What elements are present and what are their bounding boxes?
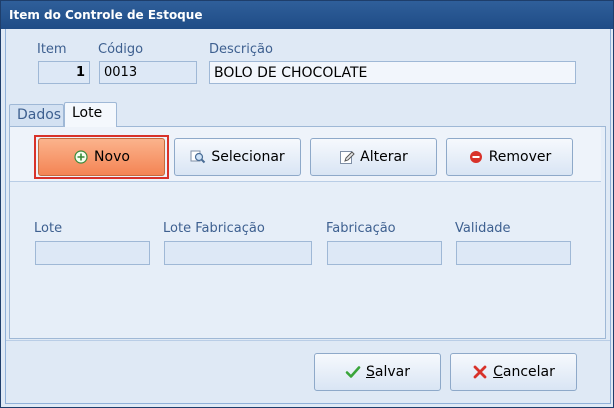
lote-field[interactable] (35, 241, 150, 265)
alterar-label: Alterar (360, 149, 408, 165)
footer-separator (6, 340, 610, 341)
validade-field[interactable] (456, 241, 571, 265)
lote-toolbar: Novo Selecionar Alterar Remover (10, 127, 601, 182)
minus-circle-icon (468, 149, 484, 165)
novo-label: Novo (94, 149, 130, 165)
selecionar-label: Selecionar (211, 149, 285, 165)
remover-button[interactable]: Remover (446, 138, 573, 176)
codigo-label: Código (98, 42, 144, 57)
codigo-field[interactable]: 0013 (99, 61, 197, 84)
salvar-label: Salvar (366, 364, 410, 380)
lote-panel: Novo Selecionar Alterar Remover Lote Lot… (9, 126, 606, 339)
check-icon (345, 364, 361, 380)
item-field[interactable]: 1 (38, 61, 90, 84)
tab-lote[interactable]: Lote (64, 102, 117, 127)
edit-pencil-icon (339, 149, 355, 165)
salvar-button[interactable]: Salvar (314, 353, 441, 391)
validade-label: Validade (455, 221, 511, 236)
cancelar-label: Cancelar (493, 364, 555, 380)
fabricacao-label: Fabricação (326, 221, 396, 236)
cancelar-mnemonic: C (493, 364, 503, 380)
novo-button[interactable]: Novo (38, 138, 165, 176)
dialog-body: Item 1 Código 0013 Descrição BOLO DE CHO… (5, 29, 611, 404)
tab-dados-label: Dados (17, 107, 62, 123)
salvar-mnemonic: S (366, 364, 375, 380)
descricao-label: Descrição (209, 42, 273, 57)
title-bar[interactable]: Item do Controle de Estoque (1, 1, 613, 29)
lote-fabricacao-label: Lote Fabricação (163, 221, 265, 236)
lote-fabricacao-field[interactable] (164, 241, 312, 265)
salvar-label-rest: alvar (374, 364, 410, 380)
cancelar-button[interactable]: Cancelar (450, 353, 577, 391)
window-title: Item do Controle de Estoque (9, 8, 203, 22)
x-icon (472, 364, 488, 380)
lote-label: Lote (34, 221, 63, 236)
remover-label: Remover (488, 149, 552, 165)
dialog-window: Item do Controle de Estoque Item 1 Códig… (0, 0, 614, 408)
item-label: Item (37, 42, 67, 57)
tab-dados[interactable]: Dados (9, 104, 64, 127)
cancelar-label-rest: ancelar (502, 364, 555, 380)
magnifier-icon (190, 149, 206, 165)
fabricacao-field[interactable] (327, 241, 442, 265)
descricao-field[interactable]: BOLO DE CHOCOLATE (209, 61, 576, 84)
selecionar-button[interactable]: Selecionar (174, 138, 301, 176)
alterar-button[interactable]: Alterar (310, 138, 437, 176)
plus-circle-icon (73, 149, 89, 165)
tab-lote-label: Lote (72, 105, 103, 121)
